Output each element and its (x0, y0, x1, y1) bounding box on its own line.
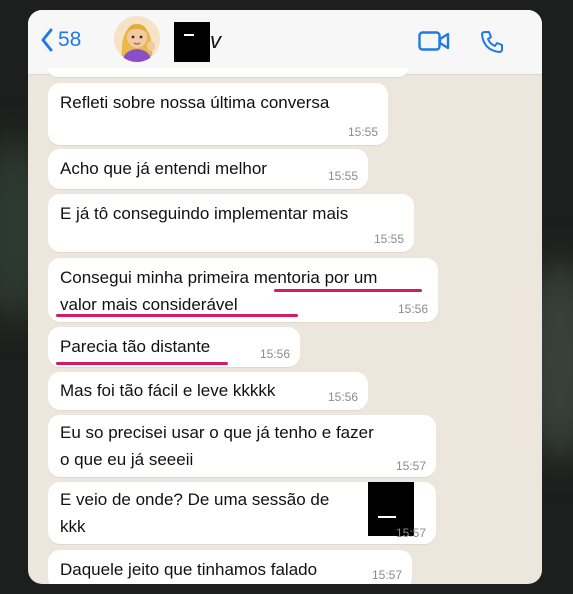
message-bubble[interactable]: Consegui minha primeira mentoria por um … (48, 258, 438, 322)
message-text: E veio de onde? De uma sessão de kkk (60, 490, 330, 536)
chat-header: 58 v (28, 10, 542, 75)
video-call-button[interactable] (418, 30, 450, 57)
message-bubble[interactable]: Eu so precisei usar o que já tenho e faz… (48, 415, 436, 477)
message-time: 15:55 (373, 232, 404, 246)
woman-tipping-hand-emoji-icon (121, 24, 155, 62)
avatar[interactable] (114, 16, 160, 62)
chevron-left-icon (41, 28, 53, 52)
message-text: E já tô conseguindo implementar mais (60, 204, 349, 223)
message-bubble[interactable]: E veio de onde? De uma sessão de kkk 15:… (48, 482, 436, 544)
highlight-underline (56, 314, 298, 317)
message-bubble[interactable]: Parecia tão distante 15:56 (48, 327, 300, 367)
chat-screen: 58 v Refleti sobre nossa última conversa… (28, 10, 542, 584)
highlight-underline (56, 362, 228, 365)
message-time: 15:55 (327, 169, 358, 183)
video-camera-icon (418, 31, 450, 51)
message-time: 15:55 (347, 125, 378, 139)
message-text: Refleti sobre nossa última conversa (60, 93, 330, 112)
message-bubble[interactable]: Acho que já entendi melhor 15:55 (48, 149, 368, 189)
message-time: 15:56 (397, 302, 428, 316)
message-text: Mas foi tão fácil e leve kkkkk (60, 381, 276, 400)
message-text: Acho que já entendi melhor (60, 159, 267, 178)
message-time: 15:56 (327, 390, 358, 404)
message-bubble[interactable]: Mas foi tão fácil e leve kkkkk 15:56 (48, 372, 368, 410)
phone-icon (481, 31, 503, 53)
redaction-mark (378, 516, 396, 518)
message-time: 15:57 (371, 568, 402, 582)
message-text: Daquele jeito que tinhamos falado (60, 560, 318, 579)
unread-count: 58 (58, 28, 82, 51)
message-list[interactable]: Refleti sobre nossa última conversa 15:5… (28, 68, 542, 584)
message-bubble[interactable]: E já tô conseguindo implementar mais 15:… (48, 194, 414, 252)
message-text: Eu so precisei usar o que já tenho e faz… (60, 423, 374, 469)
contact-name-tail: v (210, 28, 221, 53)
message-bubble-partial (48, 68, 408, 77)
back-button[interactable]: 58 (40, 28, 81, 52)
message-bubble[interactable]: Daquele jeito que tinhamos falado 15:57 (48, 550, 412, 584)
message-time: 15:57 (395, 459, 426, 473)
message-time: 15:56 (259, 347, 290, 361)
message-time: 15:57 (395, 526, 426, 540)
message-text: Parecia tão distante (60, 337, 211, 356)
highlight-underline (274, 289, 422, 292)
voice-call-button[interactable] (480, 30, 504, 59)
redacted-contact-name (174, 22, 210, 62)
message-bubble[interactable]: Refleti sobre nossa última conversa 15:5… (48, 83, 388, 145)
redaction-mark (184, 34, 194, 36)
